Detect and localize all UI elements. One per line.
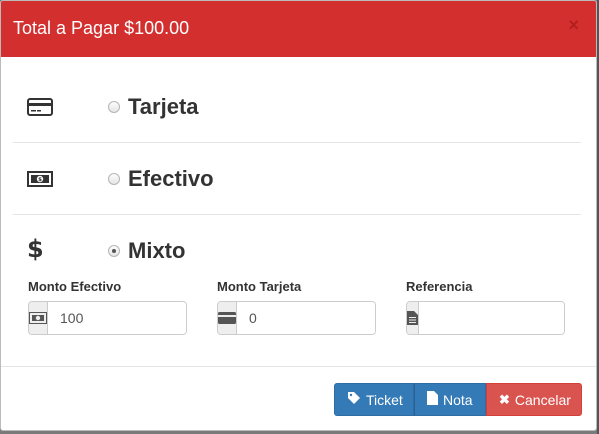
payment-option-tarjeta[interactable]: Tarjeta bbox=[13, 71, 581, 143]
monto-efectivo-label: Monto Efectivo bbox=[28, 279, 122, 294]
tag-icon bbox=[347, 391, 361, 408]
monto-tarjeta-label: Monto Tarjeta bbox=[217, 279, 302, 294]
file-text-icon bbox=[407, 302, 419, 334]
radio-tarjeta[interactable] bbox=[108, 100, 120, 113]
option-label-mixto: Mixto bbox=[128, 238, 186, 263]
radio-efectivo[interactable] bbox=[108, 172, 120, 185]
field-monto-tarjeta: Monto Tarjeta ▲ ▼ bbox=[217, 279, 376, 335]
close-icon: ✖ bbox=[499, 391, 510, 407]
monto-efectivo-group bbox=[28, 301, 187, 335]
footer-button-group: Ticket Nota ✖ Cancelar bbox=[334, 383, 582, 416]
field-monto-efectivo: Monto Efectivo bbox=[28, 279, 187, 335]
payment-option-mixto[interactable]: $ Mixto bbox=[13, 215, 581, 287]
file-icon bbox=[427, 391, 438, 408]
close-button[interactable]: × bbox=[568, 15, 579, 36]
payment-option-efectivo[interactable]: $ Efectivo bbox=[13, 143, 581, 215]
referencia-label: Referencia bbox=[406, 279, 473, 294]
ticket-button-label: Ticket bbox=[366, 391, 403, 408]
modal-title: Total a Pagar $100.00 bbox=[13, 18, 190, 38]
monto-tarjeta-input[interactable] bbox=[237, 302, 375, 334]
nota-button-label: Nota bbox=[443, 391, 473, 408]
svg-text:$: $ bbox=[38, 177, 42, 183]
credit-card-icon bbox=[27, 97, 53, 117]
cancel-button[interactable]: ✖ Cancelar bbox=[486, 383, 582, 416]
nota-button[interactable]: Nota bbox=[414, 383, 486, 416]
ticket-button[interactable]: Ticket bbox=[334, 383, 414, 416]
dollar-icon: $ bbox=[27, 235, 44, 263]
modal-footer: Ticket Nota ✖ Cancelar bbox=[1, 366, 596, 430]
option-label-efectivo: Efectivo bbox=[128, 165, 214, 191]
money-bill-icon: $ bbox=[27, 169, 53, 189]
money-bill-icon bbox=[29, 302, 48, 334]
cancel-button-label: Cancelar bbox=[514, 391, 571, 408]
modal-header: Total a Pagar $100.00 × bbox=[1, 1, 596, 57]
payment-modal: Total a Pagar $100.00 × Tarjeta $ Efecti… bbox=[0, 0, 597, 431]
monto-efectivo-input[interactable] bbox=[48, 302, 186, 334]
radio-mixto[interactable] bbox=[108, 245, 120, 257]
referencia-input[interactable] bbox=[419, 302, 564, 334]
field-referencia: Referencia bbox=[406, 279, 565, 335]
monto-tarjeta-group: ▲ ▼ bbox=[217, 301, 376, 335]
option-label-tarjeta: Tarjeta bbox=[128, 93, 199, 119]
referencia-group bbox=[406, 301, 565, 335]
credit-card-icon bbox=[218, 302, 237, 334]
